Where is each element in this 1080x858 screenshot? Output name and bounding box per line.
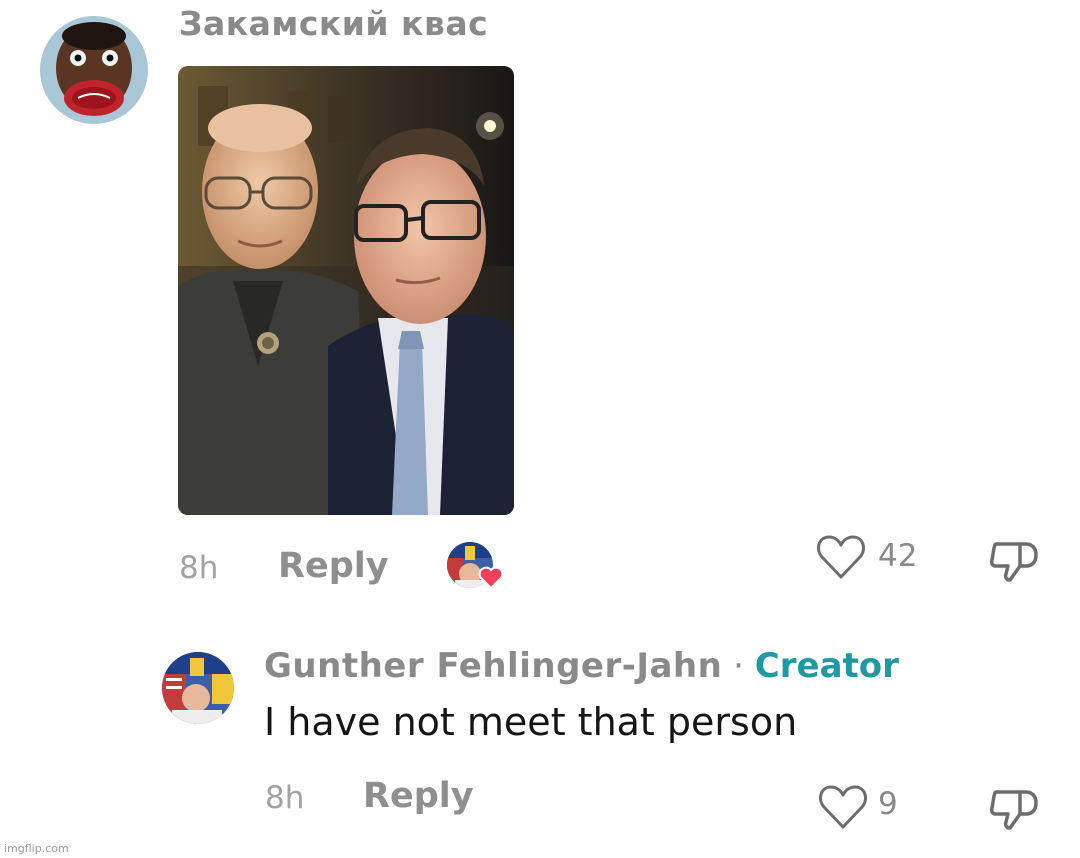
- creator-avatar-icon: [162, 652, 234, 724]
- creator-liked-badge: [447, 542, 505, 592]
- like-count: 9: [878, 786, 898, 822]
- photo-attachment-image: [178, 66, 514, 515]
- creator-username[interactable]: Gunther Fehlinger-Jahn: [264, 646, 722, 686]
- dislike-button[interactable]: [988, 784, 1040, 832]
- thumbs-down-icon: [989, 542, 1038, 582]
- like-button[interactable]: [818, 783, 868, 831]
- comment-time: 8h: [265, 780, 305, 816]
- reply-button[interactable]: Reply: [278, 546, 389, 586]
- separator-dot: ·: [733, 646, 744, 686]
- user-avatar-icon: [40, 16, 148, 124]
- like-count: 42: [878, 538, 918, 574]
- thumbs-down-icon: [989, 790, 1038, 830]
- reply-button[interactable]: Reply: [363, 776, 474, 816]
- user-avatar[interactable]: [40, 16, 148, 124]
- photo-attachment[interactable]: [178, 66, 514, 515]
- creator-avatar[interactable]: [162, 652, 234, 724]
- watermark: imgflip.com: [4, 842, 69, 855]
- like-button[interactable]: [816, 533, 866, 581]
- comment-time: 8h: [179, 550, 219, 586]
- heart-outline-icon: [817, 535, 865, 579]
- heart-outline-icon: [819, 785, 867, 829]
- comment-header: Gunther Fehlinger-Jahn · Creator: [264, 646, 899, 686]
- dislike-button[interactable]: [988, 536, 1040, 584]
- creator-heart-avatar-icon: [447, 542, 504, 590]
- comment-username[interactable]: Закамский квас: [179, 4, 488, 43]
- comment-text: I have not meet that person: [264, 700, 798, 744]
- creator-badge: Creator: [754, 646, 899, 686]
